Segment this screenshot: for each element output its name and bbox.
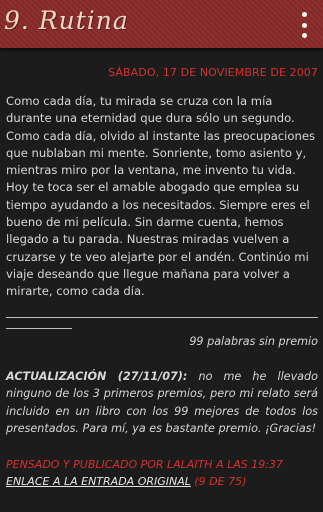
update-label: ACTUALIZACIÓN (27/11/07): xyxy=(6,369,188,383)
app-title: 9. Rutina xyxy=(4,6,129,35)
menu-dot xyxy=(301,33,307,38)
word-count: 99 palabras sin premio xyxy=(189,334,318,348)
post-body: Como cada día, tu mirada se cruza con la… xyxy=(6,94,316,299)
update-note: ACTUALIZACIÓN (27/11/07): no me he lleva… xyxy=(6,368,318,438)
menu-dot xyxy=(301,22,307,28)
post-content: SÁBADO, 17 DE NOVIEMBRE DE 2007 Como cad… xyxy=(6,66,318,491)
menu-dot xyxy=(301,12,307,17)
overflow-menu-icon[interactable] xyxy=(299,12,309,38)
original-post-link[interactable]: ENLACE A LA ENTRADA ORIGINAL xyxy=(6,475,191,488)
app-bar: 9. Rutina xyxy=(0,0,323,48)
footer-link-row: ENLACE A LA ENTRADA ORIGINAL (9 DE 75) xyxy=(6,473,318,491)
divider-line-short xyxy=(6,318,72,329)
post-date: SÁBADO, 17 DE NOVIEMBRE DE 2007 xyxy=(108,66,318,79)
post-footer: PENSADO Y PUBLICADO POR LALAITH A LAS 19… xyxy=(6,456,318,491)
entry-count: (9 DE 75) xyxy=(194,475,247,489)
divider-line xyxy=(6,307,318,318)
divider xyxy=(6,307,318,329)
posted-by: PENSADO Y PUBLICADO POR LALAITH A LAS 19… xyxy=(6,457,283,471)
